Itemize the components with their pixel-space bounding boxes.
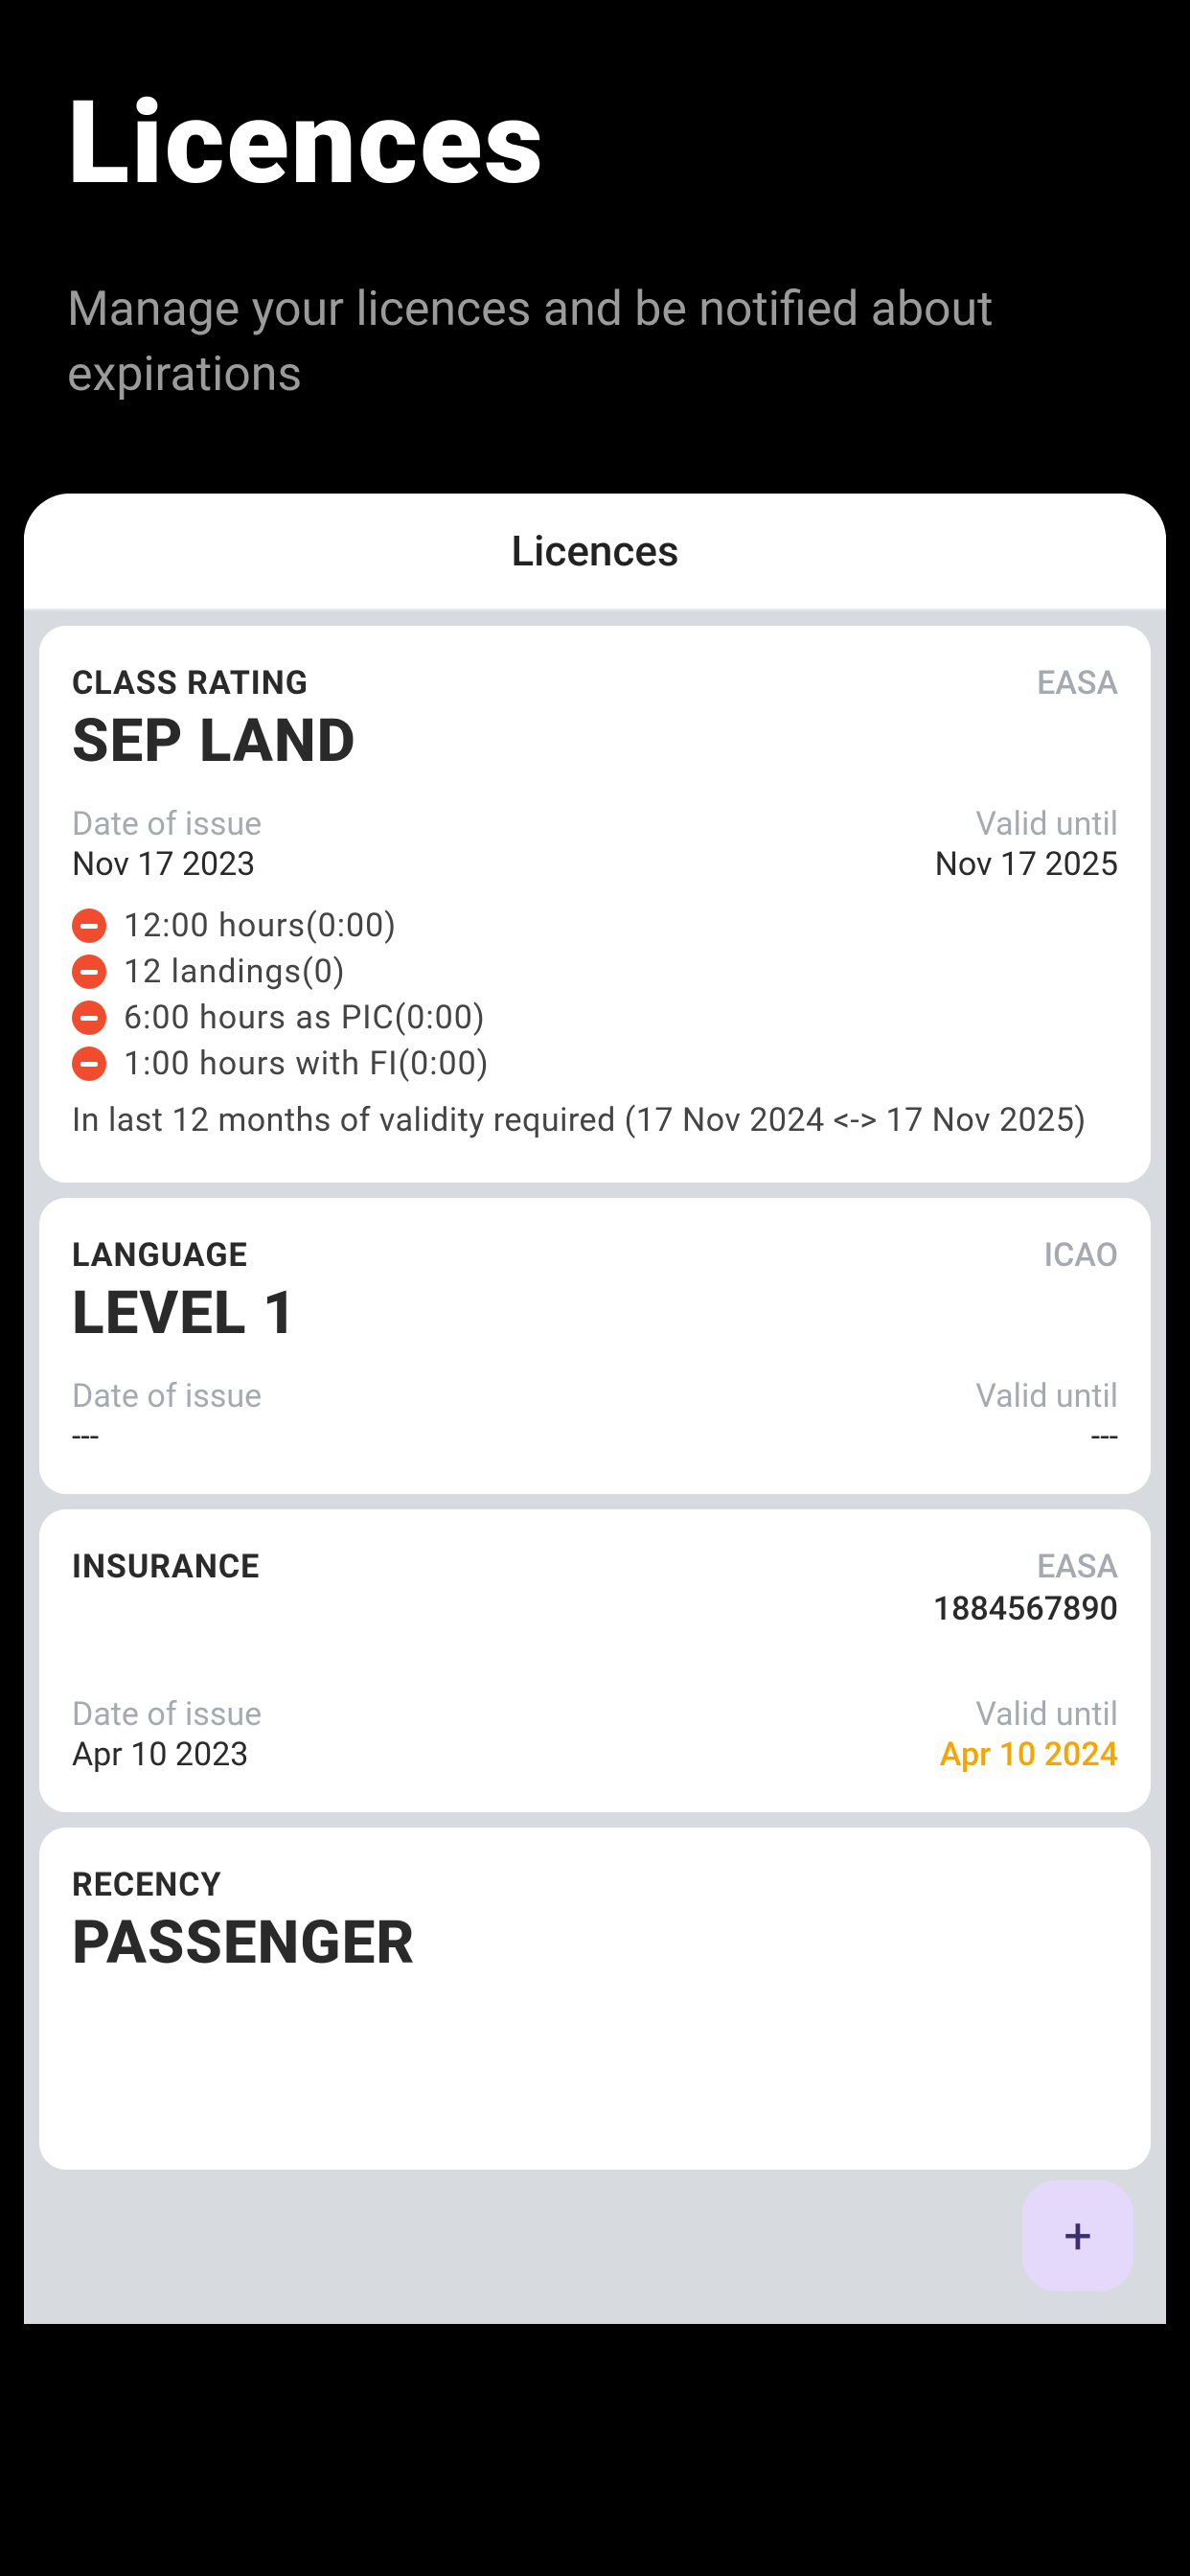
issue-date: --- <box>72 1417 262 1456</box>
valid-date: Nov 17 2025 <box>935 845 1118 884</box>
licence-authority: EASA <box>1037 664 1118 702</box>
minus-circle-icon <box>72 1000 106 1035</box>
plus-icon: + <box>1064 2207 1092 2266</box>
licence-category: INSURANCE <box>72 1548 260 1586</box>
card-header: CLASS RATING SEP LAND EASA <box>72 664 1118 776</box>
requirements: 12:00 hours(0:00) 12 landings(0) 6:00 ho… <box>72 907 1118 1144</box>
dates-row: Date of issue Nov 17 2023 Valid until No… <box>72 805 1118 884</box>
card-header: LANGUAGE LEVEL 1 ICAO <box>72 1236 1118 1348</box>
page-subtitle: Manage your licences and be notified abo… <box>67 278 1123 407</box>
licence-category: RECENCY <box>72 1866 415 1904</box>
minus-circle-icon <box>72 1046 106 1081</box>
card-header: INSURANCE EASA 1884567890 <box>72 1548 1118 1628</box>
licence-authority: EASA <box>933 1548 1118 1586</box>
dates-row: Date of issue Apr 10 2023 Valid until Ap… <box>72 1695 1118 1774</box>
page-title: Licences <box>67 77 1123 211</box>
card-header: RECENCY PASSENGER <box>72 1866 1118 1978</box>
add-licence-button[interactable]: + <box>1022 2180 1133 2291</box>
panel-header: Licences <box>24 494 1166 610</box>
licence-authority: ICAO <box>1043 1236 1118 1275</box>
licence-category: LANGUAGE <box>72 1236 298 1275</box>
licence-category: CLASS RATING <box>72 664 356 702</box>
licence-card[interactable]: CLASS RATING SEP LAND EASA Date of issue… <box>39 626 1151 1183</box>
requirement-note: In last 12 months of validity required (… <box>72 1098 1118 1144</box>
issue-date: Apr 10 2023 <box>72 1736 262 1774</box>
licence-title: SEP LAND <box>72 706 356 776</box>
requirement-row: 1:00 hours with FI(0:00) <box>72 1045 1118 1083</box>
requirement-row: 12:00 hours(0:00) <box>72 907 1118 945</box>
valid-date: --- <box>975 1417 1118 1456</box>
requirement-text: 1:00 hours with FI(0:00) <box>124 1045 490 1083</box>
valid-label: Valid until <box>975 1377 1118 1415</box>
requirement-text: 12 landings(0) <box>124 953 346 991</box>
licence-list[interactable]: CLASS RATING SEP LAND EASA Date of issue… <box>24 610 1166 2324</box>
minus-circle-icon <box>72 908 106 943</box>
issue-label: Date of issue <box>72 1377 262 1415</box>
valid-date: Apr 10 2024 <box>940 1736 1118 1774</box>
hero: Licences Manage your licences and be not… <box>0 0 1190 465</box>
issue-label: Date of issue <box>72 1695 262 1734</box>
licence-card[interactable]: INSURANCE EASA 1884567890 Date of issue … <box>39 1509 1151 1812</box>
issue-label: Date of issue <box>72 805 262 843</box>
licences-panel: Licences CLASS RATING SEP LAND EASA Date… <box>24 494 1166 2324</box>
requirement-text: 12:00 hours(0:00) <box>124 907 397 945</box>
licence-number: 1884567890 <box>933 1590 1118 1628</box>
requirement-row: 6:00 hours as PIC(0:00) <box>72 999 1118 1037</box>
minus-circle-icon <box>72 954 106 989</box>
licence-card[interactable]: LANGUAGE LEVEL 1 ICAO Date of issue --- … <box>39 1198 1151 1494</box>
valid-label: Valid until <box>935 805 1118 843</box>
licence-title: LEVEL 1 <box>72 1278 298 1348</box>
licence-title: PASSENGER <box>72 1908 415 1978</box>
licence-card[interactable]: RECENCY PASSENGER <box>39 1828 1151 2170</box>
dates-row: Date of issue --- Valid until --- <box>72 1377 1118 1456</box>
valid-label: Valid until <box>940 1695 1118 1734</box>
requirement-row: 12 landings(0) <box>72 953 1118 991</box>
issue-date: Nov 17 2023 <box>72 845 262 884</box>
requirement-text: 6:00 hours as PIC(0:00) <box>124 999 486 1037</box>
